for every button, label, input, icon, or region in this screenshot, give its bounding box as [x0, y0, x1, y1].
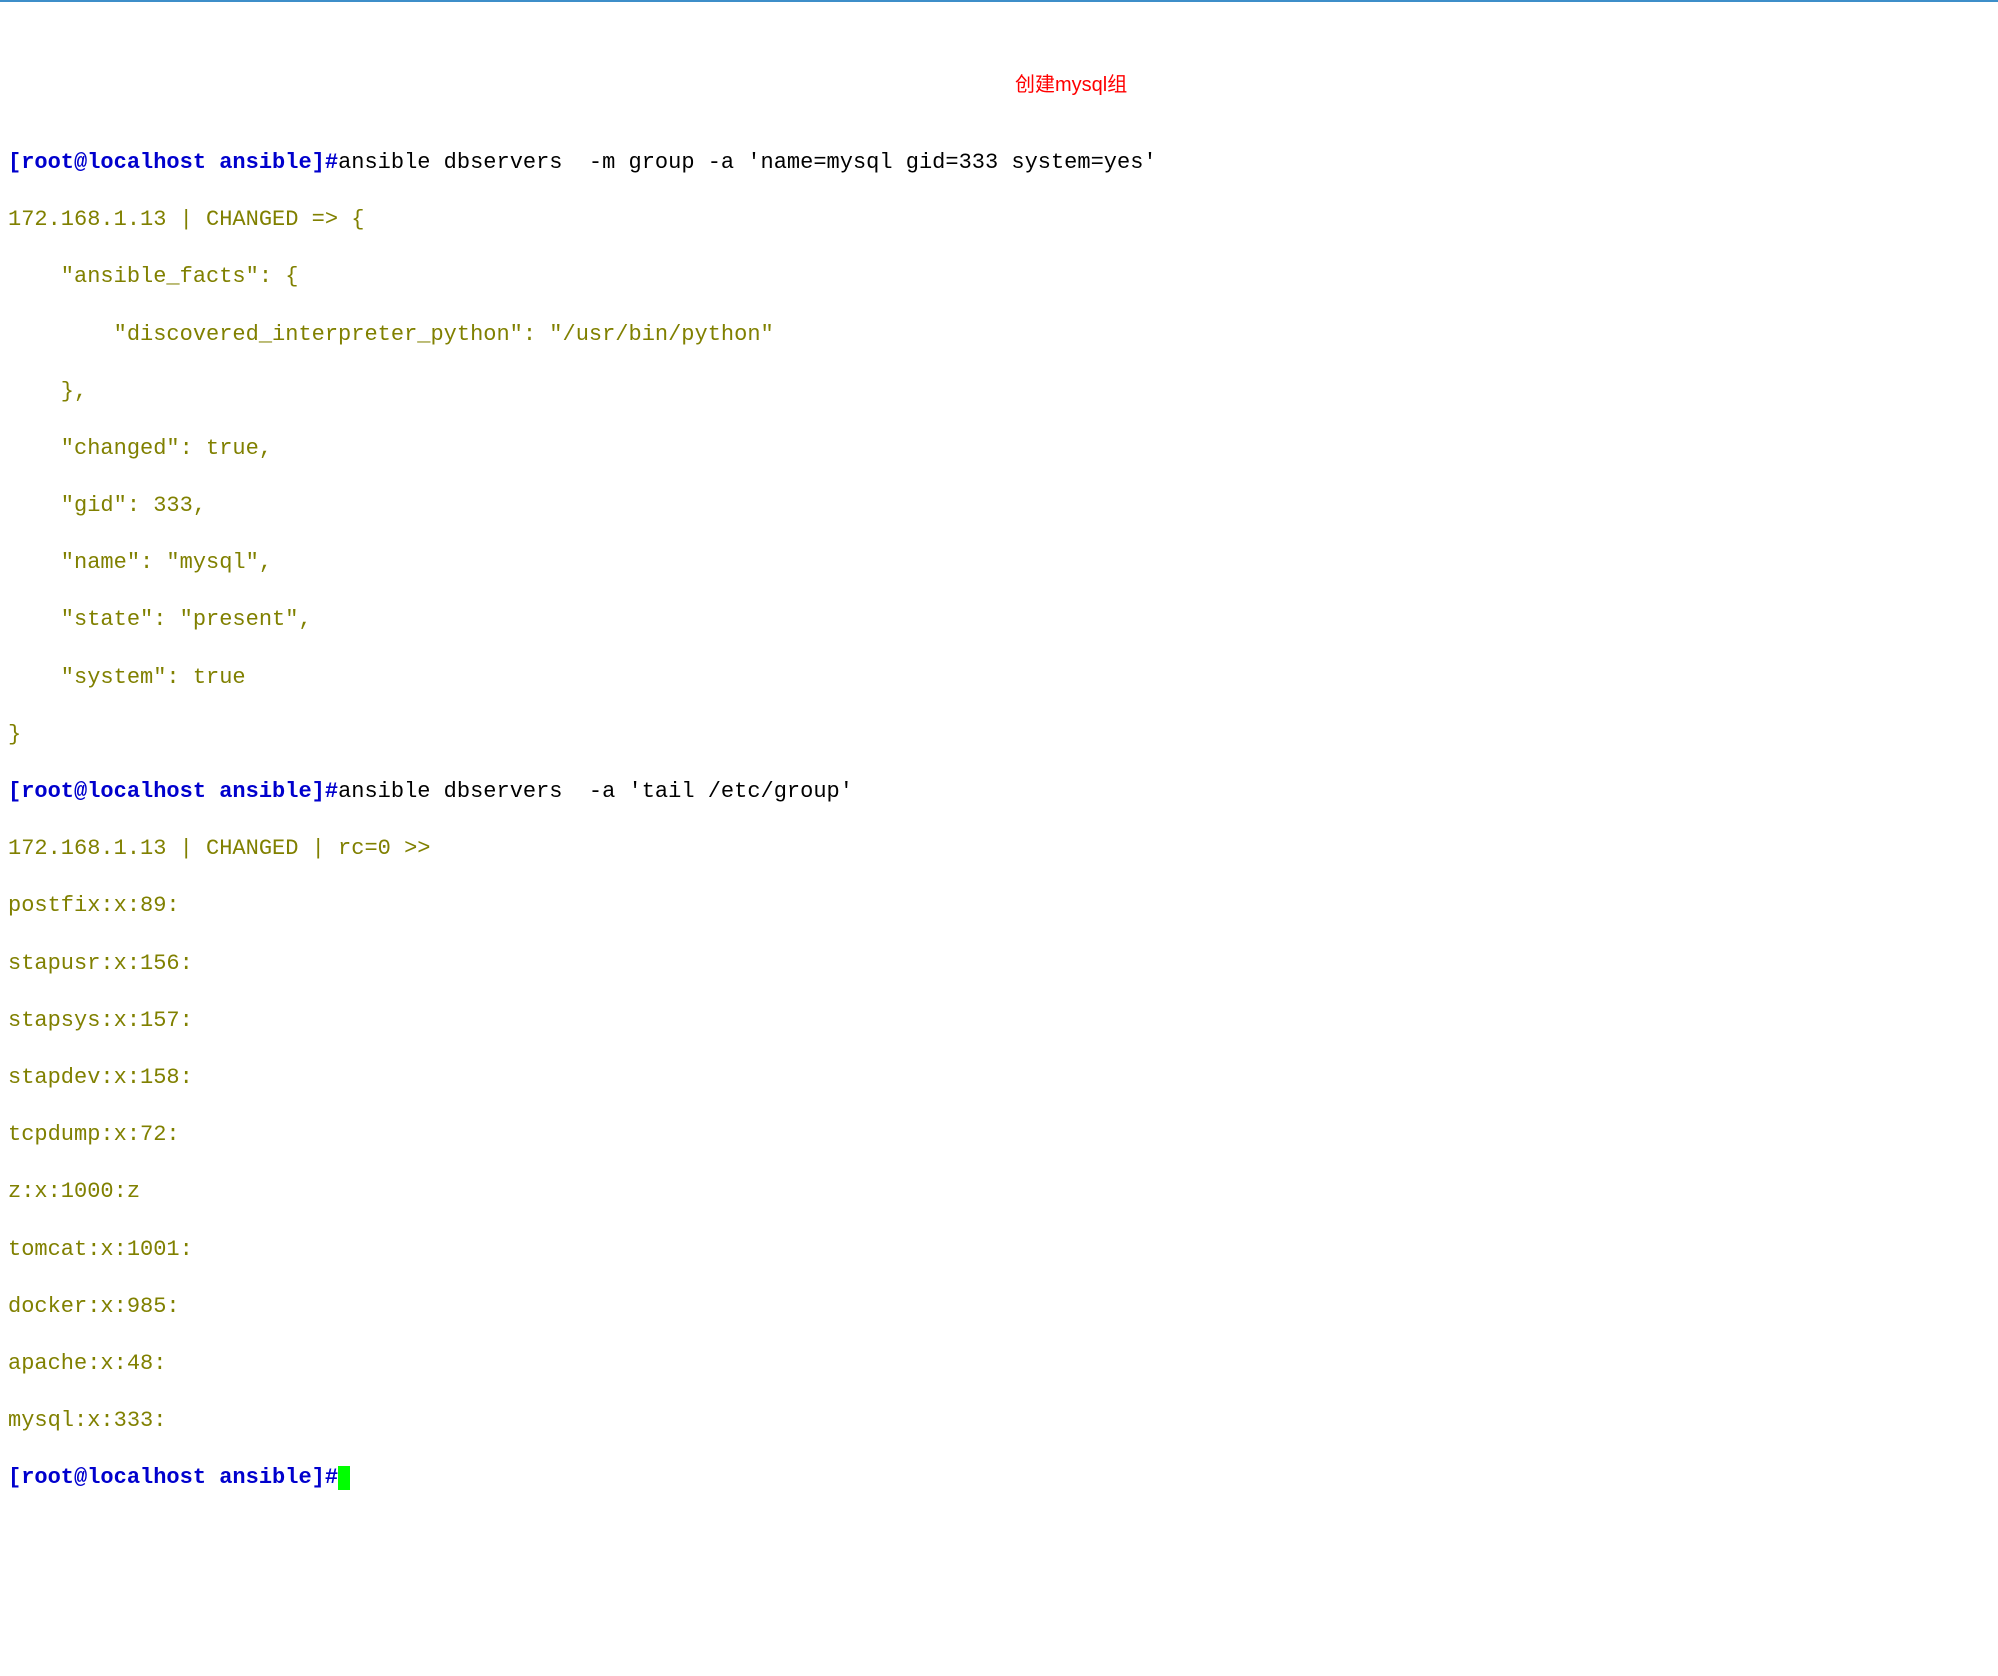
command-2: ansible dbservers -a 'tail /etc/group' — [338, 779, 853, 804]
ansible-output-header-2: 172.168.1.13 | CHANGED | rc=0 >> — [8, 835, 1990, 864]
ansible-output-line: "ansible_facts": { — [8, 263, 1990, 292]
shell-prompt-3[interactable]: [root@localhost ansible]# — [8, 1465, 338, 1490]
ansible-output-line: "changed": true, — [8, 435, 1990, 464]
group-entry: z:x:1000:z — [8, 1178, 1990, 1207]
ansible-output-line: "state": "present", — [8, 606, 1990, 635]
group-entry: tcpdump:x:72: — [8, 1121, 1990, 1150]
shell-prompt-1: [root@localhost ansible]# — [8, 150, 338, 175]
group-entry: stapdev:x:158: — [8, 1064, 1990, 1093]
group-entry: stapsys:x:157: — [8, 1007, 1990, 1036]
ansible-output-header-1: 172.168.1.13 | CHANGED => { — [8, 206, 1990, 235]
ansible-output-line: "system": true — [8, 664, 1990, 693]
annotation-label: 创建mysql组 — [1015, 72, 1127, 98]
group-entry: postfix:x:89: — [8, 892, 1990, 921]
command-1: ansible dbservers -m group -a 'name=mysq… — [338, 150, 1157, 175]
terminal-output: [root@localhost ansible]#ansible dbserve… — [8, 120, 1990, 1521]
ansible-output-line: "name": "mysql", — [8, 549, 1990, 578]
ansible-output-line: "discovered_interpreter_python": "/usr/b… — [8, 321, 1990, 350]
shell-prompt-2: [root@localhost ansible]# — [8, 779, 338, 804]
ansible-output-line: "gid": 333, — [8, 492, 1990, 521]
ansible-output-line: } — [8, 721, 1990, 750]
cursor-icon — [338, 1466, 350, 1490]
group-entry: apache:x:48: — [8, 1350, 1990, 1379]
group-entry: tomcat:x:1001: — [8, 1236, 1990, 1265]
ansible-output-line: }, — [8, 378, 1990, 407]
group-entry: stapusr:x:156: — [8, 950, 1990, 979]
group-entry: docker:x:985: — [8, 1293, 1990, 1322]
group-entry: mysql:x:333: — [8, 1407, 1990, 1436]
